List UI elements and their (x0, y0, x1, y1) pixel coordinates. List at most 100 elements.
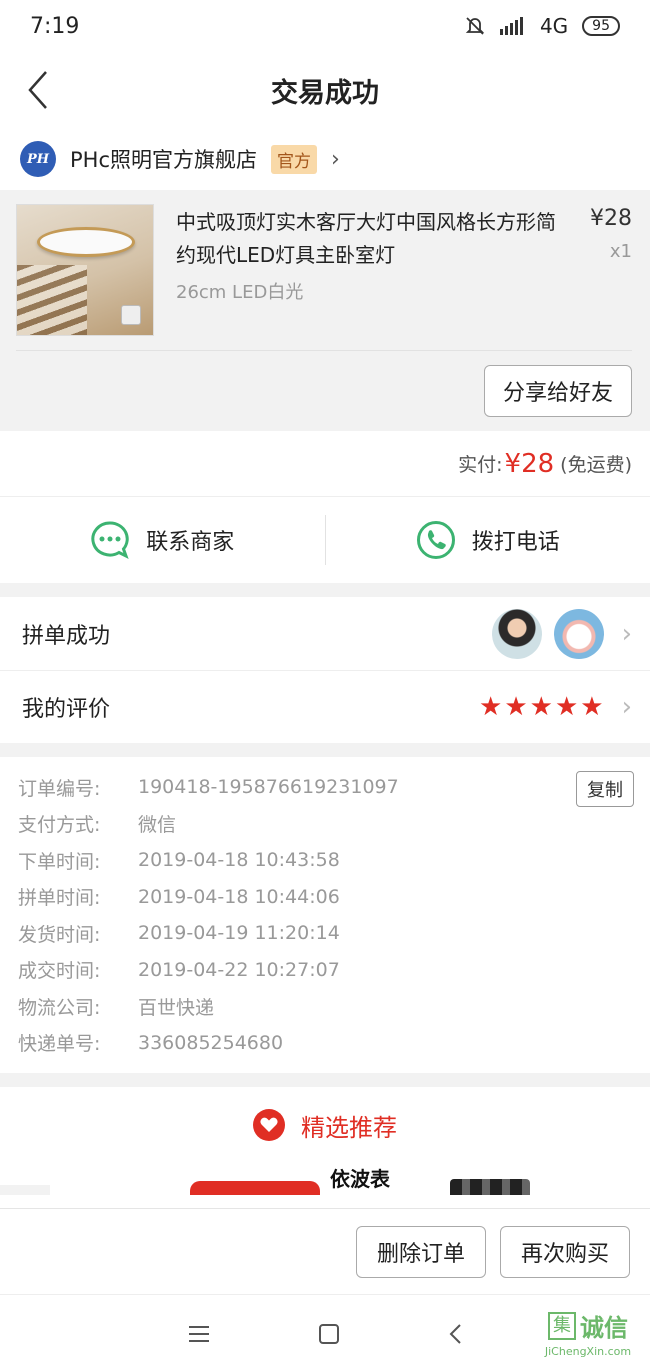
recommend-preview[interactable]: 依波表 (0, 1163, 650, 1195)
avatar (553, 608, 604, 659)
delete-order-button[interactable]: 删除订单 (356, 1225, 486, 1278)
copy-button[interactable]: 复制 (576, 771, 634, 807)
detail-row-order-number: 订单编号: 190418-195876619231097 (18, 769, 632, 806)
product-price: ¥28 (590, 206, 632, 231)
detail-value: 2019-04-18 10:43:58 (138, 849, 340, 872)
home-icon[interactable] (318, 1323, 340, 1345)
shop-logo: PH (20, 141, 56, 177)
star-icon: ★ (504, 692, 528, 722)
contact-merchant-label: 联系商家 (146, 530, 235, 555)
bottom-action-bar: 删除订单 再次购买 (0, 1208, 650, 1294)
my-review-label: 我的评价 (22, 697, 111, 722)
recommend-card[interactable] (190, 1181, 320, 1195)
status-section: 拼单成功 › 我的评价 ★ ★ ★ ★ ★ › (0, 597, 650, 743)
chevron-right-icon: › (621, 692, 632, 722)
watermark-text: 诚信 (580, 1314, 628, 1342)
chevron-right-icon: › (621, 618, 632, 649)
group-success-label: 拼单成功 (22, 623, 111, 649)
payment-note: (免运费) (560, 454, 632, 476)
status-bar: 7:19 4G 95 (0, 0, 650, 52)
section-gap (0, 1073, 650, 1087)
payment-amount: ¥28 (504, 448, 555, 479)
detail-value: 百世快递 (138, 996, 215, 1019)
rebuy-button[interactable]: 再次购买 (500, 1225, 630, 1278)
detail-label: 发货时间: (18, 923, 101, 946)
product-image-lamp (37, 227, 135, 257)
detail-value: 190418-195876619231097 (138, 776, 399, 799)
watermark-box: 集 (548, 1311, 576, 1340)
product-spec: 26cm LED白光 (176, 282, 304, 303)
watermark-logo: 集 诚信 JiChengXin.com (530, 1308, 646, 1366)
detail-row-ship-time: 发货时间: 2019-04-19 11:20:14 (18, 915, 632, 952)
detail-value: 336085254680 (138, 1031, 284, 1054)
section-gap (0, 583, 650, 597)
system-nav-bar: 集 诚信 JiChengXin.com (0, 1294, 650, 1372)
back-arrow-icon (28, 71, 47, 109)
star-icon: ★ (554, 692, 579, 722)
review-stars: ★ ★ ★ ★ ★ › (479, 692, 632, 722)
status-indicators: 4G 95 (464, 14, 620, 38)
contact-merchant-button[interactable]: 联系商家 (0, 497, 325, 583)
shop-row[interactable]: PH PHc照明官方旗舰店 官方 › (0, 128, 650, 190)
recommend-card[interactable] (0, 1185, 50, 1195)
detail-row-payment-method: 支付方式: 微信 (18, 806, 632, 843)
back-icon[interactable] (448, 1323, 462, 1345)
recommend-card-brand[interactable]: 依波表 (330, 1163, 390, 1192)
recommend-card[interactable] (450, 1179, 530, 1195)
heart-icon (253, 1109, 285, 1141)
call-phone-button[interactable]: 拨打电话 (326, 497, 650, 583)
page-title: 交易成功 (271, 77, 379, 109)
product-item[interactable]: 中式吸顶灯实木客厅大灯中国风格长方形简约现代LED灯具主卧室灯 26cm LED… (16, 204, 632, 351)
payment-label: 实付: (458, 454, 503, 476)
detail-label: 成交时间: (18, 960, 101, 983)
detail-value: 2019-04-19 11:20:14 (138, 922, 340, 945)
product-image (16, 204, 154, 336)
detail-value: 2019-04-18 10:44:06 (138, 885, 340, 908)
chat-bubble-icon (91, 521, 129, 560)
detail-label: 下单时间: (18, 850, 101, 873)
my-review-row[interactable]: 我的评价 ★ ★ ★ ★ ★ › (0, 670, 650, 743)
avatar (491, 608, 542, 659)
network-type: 4G (539, 14, 569, 38)
star-rating: ★ ★ ★ ★ ★ (479, 694, 604, 720)
detail-value: 2019-04-22 10:27:07 (138, 958, 340, 981)
nav-bar: 交易成功 (0, 52, 650, 128)
call-phone-label: 拨打电话 (471, 530, 560, 555)
menu-icon[interactable] (188, 1324, 210, 1344)
detail-label: 物流公司: (18, 996, 101, 1019)
product-area: 中式吸顶灯实木客厅大灯中国风格长方形简约现代LED灯具主卧室灯 26cm LED… (0, 190, 650, 431)
status-time: 7:19 (30, 13, 80, 39)
battery-indicator: 95 (582, 16, 620, 36)
group-avatars: › (491, 608, 632, 659)
watermark-top: 集 诚信 (530, 1308, 646, 1343)
phone-icon (416, 521, 455, 559)
product-qty: x1 (609, 241, 632, 262)
section-gap (0, 743, 650, 757)
shop-name: PHc照明官方旗舰店 (70, 148, 257, 172)
recommend-header: 精选推荐 (0, 1087, 650, 1163)
detail-row-logistics: 物流公司: 百世快递 (18, 988, 632, 1025)
watermark-url: JiChengXin.com (544, 1345, 632, 1358)
product-image-switch (121, 305, 141, 325)
detail-label: 拼单时间: (18, 887, 101, 910)
detail-label: 快递单号: (18, 1033, 101, 1056)
product-image-stairs (17, 265, 87, 335)
detail-row-tracking: 快递单号: 336085254680 (18, 1025, 632, 1062)
detail-label: 订单编号: (18, 777, 101, 800)
product-price-col: ¥28 x1 (590, 204, 632, 336)
group-success-row[interactable]: 拼单成功 › (0, 597, 650, 670)
payment-row: 实付: ¥28 (免运费) (0, 431, 650, 497)
official-badge: 官方 (271, 144, 317, 174)
detail-row-order-time: 下单时间: 2019-04-18 10:43:58 (18, 842, 632, 879)
share-button[interactable]: 分享给好友 (483, 365, 632, 417)
back-button[interactable] (18, 66, 58, 114)
contact-row: 联系商家 拨打电话 (0, 497, 650, 583)
star-icon: ★ (479, 692, 503, 722)
detail-label: 支付方式: (18, 814, 101, 837)
order-details: 复制 订单编号: 190418-195876619231097 支付方式: 微信 下… (0, 757, 650, 1073)
star-icon: ★ (529, 692, 553, 722)
star-icon: ★ (580, 692, 604, 722)
chevron-right-icon: › (331, 146, 340, 172)
detail-value: 微信 (138, 814, 177, 837)
product-info: 中式吸顶灯实木客厅大灯中国风格长方形简约现代LED灯具主卧室灯 26cm LED… (176, 204, 568, 336)
